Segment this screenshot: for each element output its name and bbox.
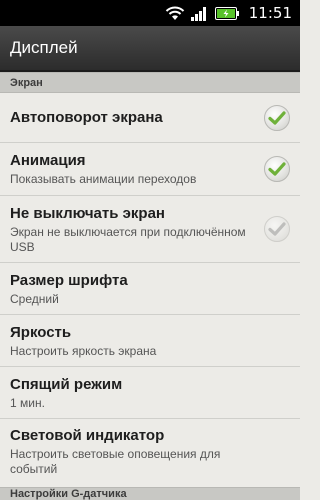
page-title: Дисплей bbox=[10, 38, 78, 57]
checkbox-checked-icon[interactable] bbox=[264, 156, 290, 182]
setting-stay-awake[interactable]: Не выключать экран Экран не выключается … bbox=[0, 196, 300, 263]
status-bar: 11:51 bbox=[0, 0, 300, 26]
setting-title: Спящий режим bbox=[10, 375, 123, 393]
settings-list: Автоповорот экрана Анимация Показывать а… bbox=[0, 93, 300, 484]
setting-title: Не выключать экран bbox=[10, 204, 165, 222]
checkbox-checked-icon[interactable] bbox=[264, 104, 290, 131]
setting-sleep[interactable]: Спящий режим 1 мин. bbox=[0, 367, 300, 419]
setting-font-size[interactable]: Размер шрифта Средний bbox=[0, 263, 300, 315]
setting-auto-rotate[interactable]: Автоповорот экрана bbox=[0, 93, 300, 143]
setting-title: Яркость bbox=[10, 323, 72, 341]
setting-subtitle: Настроить световые оповещения для событи… bbox=[10, 447, 221, 476]
setting-brightness[interactable]: Яркость Настроить яркость экрана bbox=[0, 315, 300, 367]
setting-subtitle: Средний bbox=[10, 291, 59, 306]
status-time: 11:51 bbox=[248, 4, 292, 22]
setting-animation[interactable]: Анимация Показывать анимации переходов bbox=[0, 143, 300, 196]
battery-charging-icon bbox=[214, 6, 239, 20]
title-bar: Дисплей bbox=[0, 26, 300, 72]
setting-notification-light[interactable]: Световой индикатор Настроить световые оп… bbox=[0, 419, 300, 484]
checkbox-disabled-icon[interactable] bbox=[264, 216, 290, 242]
setting-subtitle: Показывать анимации переходов bbox=[10, 172, 197, 186]
wifi-icon bbox=[165, 6, 185, 21]
setting-title: Световой индикатор bbox=[10, 427, 165, 444]
setting-title: Автоповорот экрана bbox=[10, 109, 163, 126]
setting-subtitle: Экран не выключается при подключённом US… bbox=[10, 224, 246, 254]
setting-title: Анимация bbox=[10, 152, 86, 169]
signal-icon bbox=[190, 6, 209, 21]
section-header-gsensor: Настройки G-датчика bbox=[0, 487, 300, 500]
section-header-screen: Экран bbox=[0, 72, 300, 93]
setting-subtitle: Настроить яркость экрана bbox=[10, 343, 157, 358]
setting-title: Размер шрифта bbox=[10, 271, 128, 289]
setting-subtitle: 1 мин. bbox=[10, 395, 45, 410]
